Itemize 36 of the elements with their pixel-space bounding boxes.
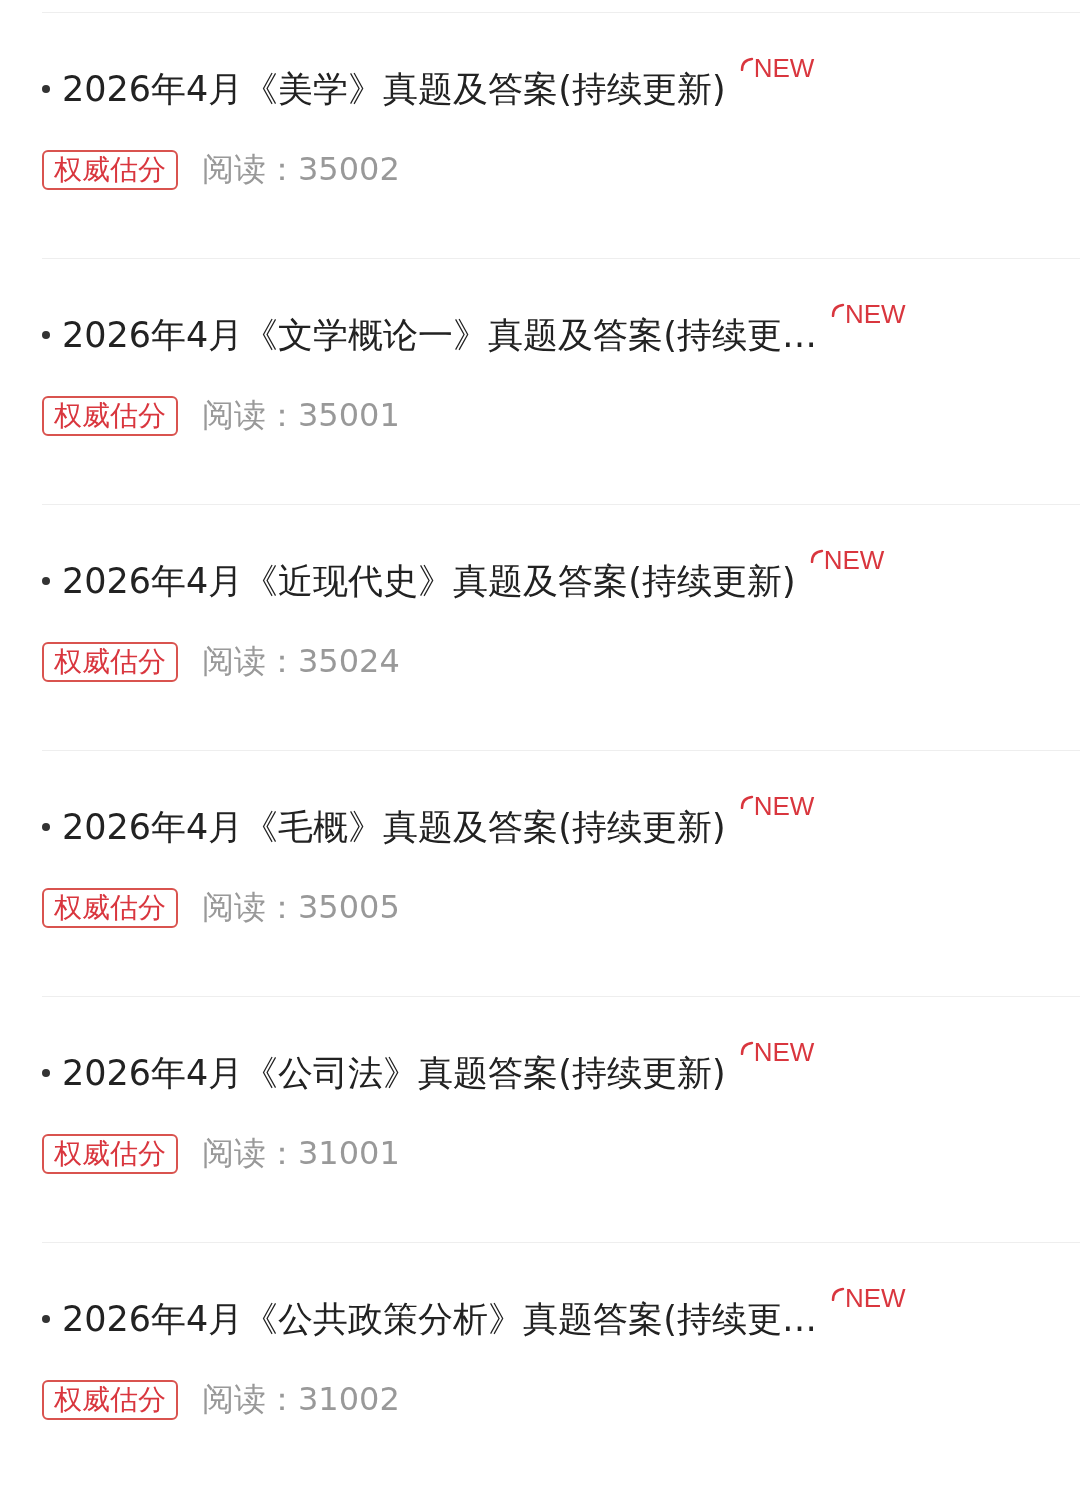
bullet-icon [42, 823, 50, 831]
read-count: 阅读：35001 [202, 395, 400, 436]
score-tag: 权威估分 [42, 1134, 178, 1174]
score-tag: 权威估分 [42, 1380, 178, 1420]
read-count: 阅读：35002 [202, 149, 400, 190]
new-label: NEW [823, 545, 885, 575]
new-label: NEW [845, 1283, 906, 1313]
read-count: 阅读：31002 [202, 1379, 400, 1420]
signal-arc-icon [831, 303, 845, 317]
new-label: NEW [753, 53, 815, 83]
score-tag: 权威估分 [42, 150, 178, 190]
signal-arc-icon [831, 1287, 845, 1301]
article-title-link[interactable]: 2026年4月《公司法》真题答案(持续更新) [62, 1043, 726, 1103]
read-count: 阅读：35005 [202, 887, 400, 928]
signal-arc-icon [739, 1041, 754, 1055]
score-tag: 权威估分 [42, 642, 178, 682]
signal-arc-icon [739, 795, 754, 809]
new-label: NEW [845, 299, 906, 329]
new-label: NEW [753, 1037, 815, 1067]
signal-arc-icon [739, 57, 754, 71]
bullet-icon [42, 85, 50, 93]
article-title-link[interactable]: 2026年4月《近现代史》真题及答案(持续更新) [62, 551, 796, 611]
article-title-link[interactable]: 2026年4月《美学》真题及答案(持续更新) [62, 59, 726, 119]
read-count: 阅读：35024 [202, 641, 400, 682]
article-title-link[interactable]: 2026年4月《毛概》真题及答案(持续更新) [62, 797, 726, 857]
article-title-link[interactable]: 2026年4月《文学概论一》真题及答案(持续更… [62, 305, 817, 365]
score-tag: 权威估分 [42, 888, 178, 928]
signal-arc-icon [809, 549, 824, 563]
bullet-icon [42, 331, 50, 339]
bullet-icon [42, 577, 50, 585]
bullet-icon [42, 1315, 50, 1323]
bullet-icon [42, 1069, 50, 1077]
score-tag: 权威估分 [42, 396, 178, 436]
read-count: 阅读：31001 [202, 1133, 400, 1174]
article-title-link[interactable]: 2026年4月《公共政策分析》真题答案(持续更… [62, 1289, 817, 1349]
new-label: NEW [753, 791, 815, 821]
